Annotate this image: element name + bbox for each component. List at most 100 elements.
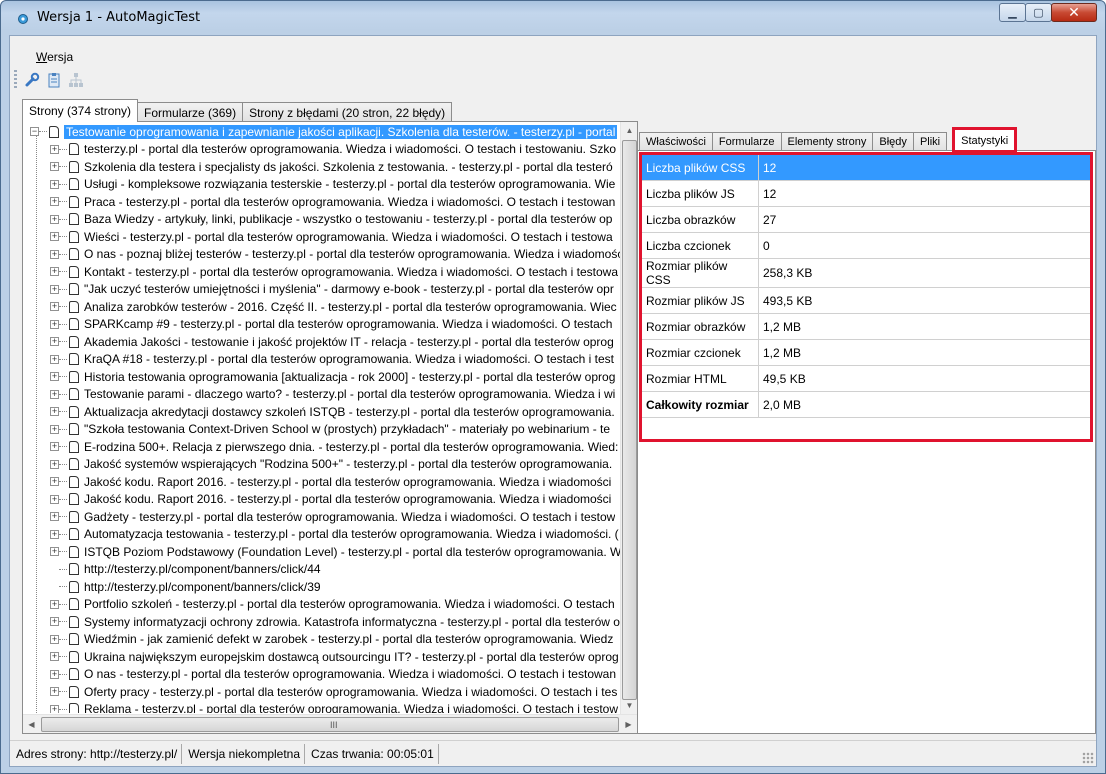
expand-icon[interactable]: + — [50, 372, 59, 382]
expand-icon[interactable]: + — [50, 442, 59, 452]
expand-icon[interactable]: + — [50, 197, 59, 207]
tree-item[interactable]: + Oferty pracy - testerzy.pl - portal dla… — [24, 683, 620, 701]
expand-icon[interactable]: + — [50, 477, 59, 487]
sitemap-icon[interactable] — [66, 70, 86, 90]
tree-item[interactable]: + O nas - poznaj bliżej testerów - tester… — [24, 246, 620, 264]
horizontal-scroll-thumb[interactable]: III — [41, 717, 619, 732]
tree-horizontal-scrollbar[interactable]: ◀ III ▶ — [23, 714, 637, 733]
tree-item[interactable]: + SPARKcamp #9 - testerzy.pl - portal dla… — [24, 316, 620, 334]
tree-root[interactable]: − Testowanie oprogramowania i zapewniani… — [24, 123, 620, 141]
expand-icon[interactable]: + — [50, 669, 59, 679]
tree-item[interactable]: + Ukraina największym europejskim dostawc… — [24, 648, 620, 666]
scroll-up-icon[interactable]: ▲ — [621, 122, 638, 139]
stats-row[interactable]: Liczba plików JS 12 — [641, 180, 1092, 207]
tree-item[interactable]: http://testerzy.pl/component/banners/cli… — [24, 578, 620, 596]
tree-item[interactable]: + KraQA #18 - testerzy.pl - portal dla te… — [24, 351, 620, 369]
wrench-icon[interactable] — [22, 70, 42, 90]
expand-icon[interactable]: + — [50, 634, 59, 644]
tree-item[interactable]: + Aktualizacja akredytacji dostawcy szkol… — [24, 403, 620, 421]
resize-grip-icon[interactable] — [1082, 752, 1094, 764]
expand-icon[interactable]: + — [50, 302, 59, 312]
expand-icon[interactable]: + — [50, 144, 59, 154]
tree-vertical-scrollbar[interactable]: ▲ ▼ — [620, 122, 637, 714]
expand-icon[interactable]: + — [50, 494, 59, 504]
tree-item[interactable]: + O nas - testerzy.pl - portal dla tester… — [24, 666, 620, 684]
stats-row[interactable]: Rozmiar plików CSS 258,3 KB — [641, 258, 1092, 288]
expand-icon[interactable]: + — [50, 529, 59, 539]
tab-pliki[interactable]: Pliki — [912, 132, 948, 151]
expand-icon[interactable]: + — [50, 179, 59, 189]
tab-formularze-right[interactable]: Formularze — [711, 132, 782, 151]
expand-icon[interactable]: + — [50, 617, 59, 627]
scroll-right-icon[interactable]: ▶ — [620, 716, 637, 733]
toolbar-grip[interactable] — [14, 70, 17, 90]
stats-row[interactable]: Liczba obrazków 27 — [641, 206, 1092, 233]
tab-bledy[interactable]: Błędy — [872, 132, 914, 151]
tree-item[interactable]: + Jakość systemów wspierających "Rodzina … — [24, 456, 620, 474]
tree-item[interactable]: + Kontakt - testerzy.pl - portal dla test… — [24, 263, 620, 281]
expand-icon[interactable]: + — [50, 407, 59, 417]
stats-row[interactable]: Rozmiar HTML 49,5 KB — [641, 365, 1092, 392]
expand-icon[interactable]: + — [50, 319, 59, 329]
expand-icon[interactable]: + — [50, 214, 59, 224]
scroll-down-icon[interactable]: ▼ — [621, 697, 638, 714]
expand-icon[interactable]: + — [50, 547, 59, 557]
stats-row[interactable]: Rozmiar obrazków 1,2 MB — [641, 313, 1092, 340]
expand-icon[interactable]: + — [50, 267, 59, 277]
expand-icon[interactable]: + — [50, 389, 59, 399]
tree-item[interactable]: + Wiedźmin - jak zamienić defekt w zarobe… — [24, 631, 620, 649]
tree-item[interactable]: + Szkolenia dla testera i specjalisty ds … — [24, 158, 620, 176]
tree-item[interactable]: + Testowanie parami - dlaczego warto? - t… — [24, 386, 620, 404]
tree-item[interactable]: + Jakość kodu. Raport 2016. - testerzy.pl… — [24, 491, 620, 509]
tree-item[interactable]: + Portfolio szkoleń - testerzy.pl - porta… — [24, 596, 620, 614]
tree-item[interactable]: + Reklama - testerzy.pl - portal dla test… — [24, 701, 620, 713]
tree-item[interactable]: + Automatyzacja testowania - testerzy.pl … — [24, 526, 620, 544]
tree-item[interactable]: + E-rodzina 500+. Relacja z pierwszego dn… — [24, 438, 620, 456]
expand-icon[interactable]: + — [50, 249, 59, 259]
stats-row[interactable]: Liczba plików CSS 12 — [641, 154, 1092, 181]
tree-item[interactable]: + "Jak uczyć testerów umiejętności i myśl… — [24, 281, 620, 299]
stats-row[interactable]: Rozmiar czcionek 1,2 MB — [641, 339, 1092, 366]
maximize-button[interactable]: ▢ — [1025, 3, 1052, 22]
tree-item[interactable]: + Wieści - testerzy.pl - portal dla teste… — [24, 228, 620, 246]
tree-item[interactable]: + Usługi - kompleksowe rozwiązania tester… — [24, 176, 620, 194]
tab-strony[interactable]: Strony (374 strony) — [22, 99, 139, 122]
tree-item[interactable]: + ISTQB Poziom Podstawowy (Foundation Lev… — [24, 543, 620, 561]
collapse-icon[interactable]: − — [30, 127, 39, 137]
tree-item[interactable]: + Analiza zarobków testerów - 2016. Część… — [24, 298, 620, 316]
expand-icon[interactable]: + — [50, 687, 59, 697]
expand-icon[interactable]: + — [50, 512, 59, 522]
expand-icon[interactable]: + — [50, 459, 59, 469]
tab-formularze[interactable]: Formularze (369) — [137, 102, 244, 122]
tree-item[interactable]: + Systemy informatyzacji ochrony zdrowia.… — [24, 613, 620, 631]
tree-item[interactable]: + Gadżety - testerzy.pl - portal dla test… — [24, 508, 620, 526]
expand-icon[interactable]: + — [50, 424, 59, 434]
vertical-scroll-thumb[interactable] — [622, 140, 637, 700]
expand-icon[interactable]: + — [50, 652, 59, 662]
clipboard-icon[interactable] — [44, 70, 64, 90]
stats-row[interactable]: Rozmiar plików JS 493,5 KB — [641, 287, 1092, 314]
tree-item[interactable]: + Baza Wiedzy - artykuły, linki, publikac… — [24, 211, 620, 229]
expand-icon[interactable]: + — [50, 284, 59, 294]
tree-item[interactable]: http://testerzy.pl/component/banners/cli… — [24, 561, 620, 579]
tab-wlasciwosci[interactable]: Właściwości — [639, 132, 713, 151]
expand-icon[interactable]: + — [50, 354, 59, 364]
tree-item[interactable]: + Jakość kodu. Raport 2016. - testerzy.pl… — [24, 473, 620, 491]
tab-elementy-strony[interactable]: Elementy strony — [780, 132, 874, 151]
expand-icon[interactable]: + — [50, 232, 59, 242]
expand-icon[interactable]: + — [50, 162, 59, 172]
minimize-button[interactable]: ▁ — [999, 3, 1026, 22]
stats-row[interactable]: Całkowity rozmiar 2,0 MB — [641, 391, 1092, 418]
expand-icon[interactable]: + — [50, 704, 59, 713]
close-button[interactable]: ✕ — [1051, 3, 1097, 22]
expand-icon[interactable]: + — [50, 337, 59, 347]
tree-item[interactable]: + "Szkoła testowania Context-Driven Schoo… — [24, 421, 620, 439]
tree-item[interactable]: + testerzy.pl - portal dla testerów oprog… — [24, 141, 620, 159]
menu-wersja[interactable]: Wersja — [36, 50, 73, 64]
tab-strony-z-bledami[interactable]: Strony z błędami (20 stron, 22 błędy) — [242, 102, 453, 122]
tree-item[interactable]: + Praca - testerzy.pl - portal dla tester… — [24, 193, 620, 211]
stats-row[interactable]: Liczba czcionek 0 — [641, 232, 1092, 259]
tree-item[interactable]: + Historia testowania oprogramowania [akt… — [24, 368, 620, 386]
expand-icon[interactable]: + — [50, 599, 59, 609]
scroll-left-icon[interactable]: ◀ — [23, 716, 40, 733]
